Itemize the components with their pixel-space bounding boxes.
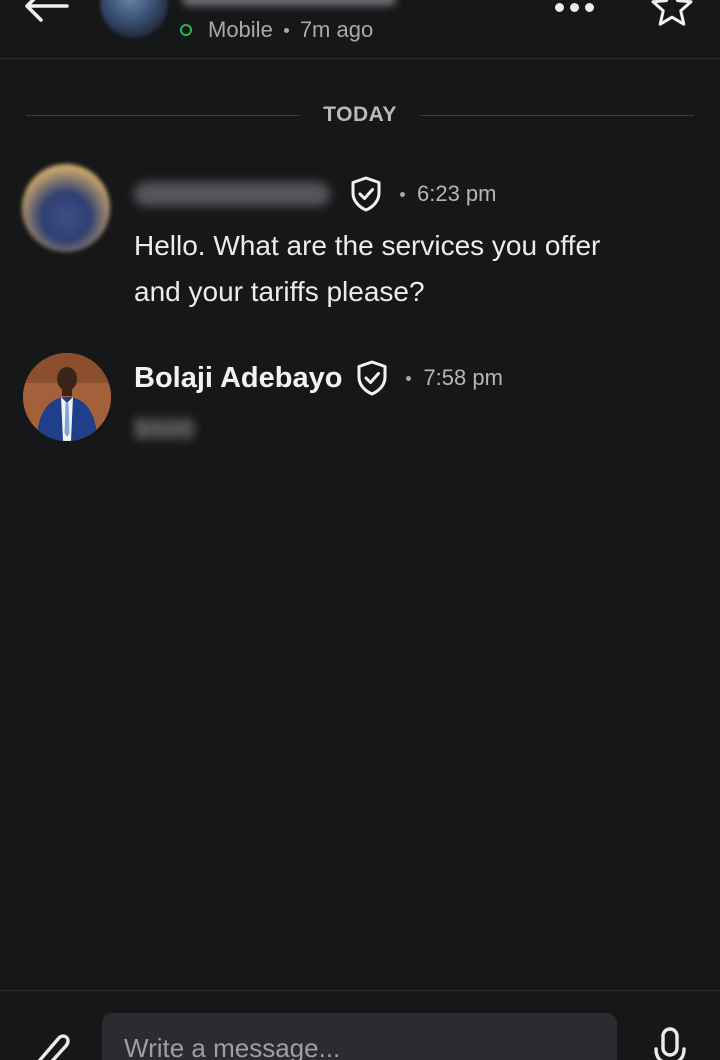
message-meta: 6:23 pm [134,176,497,212]
verified-shield-icon [350,176,382,212]
paperclip-icon [37,1034,70,1060]
message-time: 6:23 pm [417,181,497,206]
microphone-icon [654,1027,686,1060]
attach-button[interactable] [24,1023,76,1060]
sender-avatar[interactable] [22,164,110,252]
message-text: Hello. What are the services you offer a… [134,230,601,307]
contact-avatar[interactable] [100,0,168,38]
presence-device: Mobile [208,17,273,42]
messaging-screen: Mobile 7m ago TODAY 6:23 pm Hello. What … [0,0,720,1060]
contact-name-redacted [182,0,396,6]
message-time: 7:58 pm [423,365,503,390]
favorite-button[interactable] [646,0,698,30]
separator-dot [406,375,412,381]
message-input[interactable] [102,1013,617,1060]
conversation-header: Mobile 7m ago [0,0,720,59]
online-indicator-icon [180,24,192,36]
last-seen: 7m ago [299,17,374,42]
separator-dot [400,191,405,197]
portrait-image [23,353,111,441]
day-divider: TODAY [26,100,695,130]
separator-dot [283,27,289,33]
star-icon [651,0,693,26]
sender-avatar[interactable] [23,353,111,441]
verified-shield-icon [356,360,388,396]
voice-message-button[interactable] [646,1027,694,1060]
arrow-left-icon [25,0,69,22]
back-button[interactable] [20,0,72,26]
message-composer [0,990,720,1060]
message-text-redacted: $500 [134,414,195,444]
sender-name[interactable]: Bolaji Adebayo [134,362,342,395]
sender-name-redacted [134,182,330,206]
day-label: TODAY [323,103,397,126]
more-horizontal-icon [554,2,564,12]
presence-status: Mobile 7m ago [180,17,373,43]
message-meta: Bolaji Adebayo 7:58 pm [134,360,503,396]
more-options-button[interactable] [548,0,600,22]
